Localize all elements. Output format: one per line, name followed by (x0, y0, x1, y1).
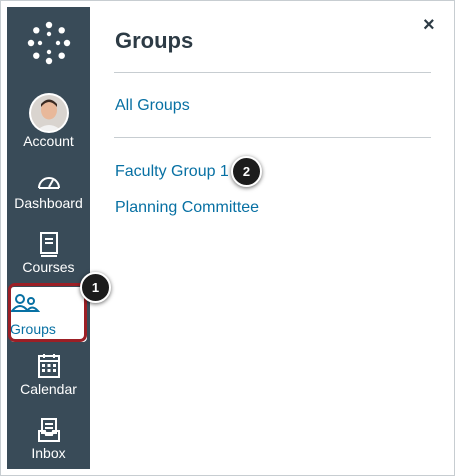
group-link-faculty-group-1[interactable]: Faculty Group 1 (115, 163, 229, 181)
nav-item-inbox[interactable]: Inbox (7, 417, 90, 461)
canvas-logo-icon[interactable] (25, 19, 73, 67)
nav-label-dashboard: Dashboard (14, 195, 83, 211)
close-icon[interactable]: × (423, 13, 435, 37)
groups-highlight-box (8, 283, 87, 342)
callout-badge-2: 2 (231, 156, 262, 187)
calendar-icon (37, 354, 60, 378)
inbox-icon (37, 418, 60, 442)
group-link-planning-committee[interactable]: Planning Committee (115, 199, 259, 217)
callout-badge-1: 1 (80, 272, 111, 303)
canvas-window: Account Dashboard Courses Groups Calenda… (0, 0, 455, 476)
nav-label-calendar: Calendar (20, 381, 77, 397)
user-avatar-icon (30, 95, 67, 131)
book-icon (39, 232, 58, 257)
nav-item-courses[interactable]: Courses (7, 231, 90, 275)
tray-title: Groups (115, 28, 194, 53)
tray-divider-middle (114, 137, 431, 138)
nav-item-dashboard[interactable]: Dashboard (7, 171, 90, 211)
dashboard-icon (37, 177, 60, 189)
nav-item-calendar[interactable]: Calendar (7, 353, 90, 397)
nav-label-inbox: Inbox (31, 445, 66, 461)
tray-divider-top (114, 72, 431, 73)
nav-label-account: Account (23, 133, 74, 149)
nav-item-account[interactable]: Account (7, 95, 90, 149)
nav-label-courses: Courses (22, 259, 75, 275)
avatar (30, 95, 67, 131)
all-groups-link[interactable]: All Groups (115, 97, 190, 115)
global-navigation: Account Dashboard Courses Groups Calenda… (7, 7, 90, 469)
